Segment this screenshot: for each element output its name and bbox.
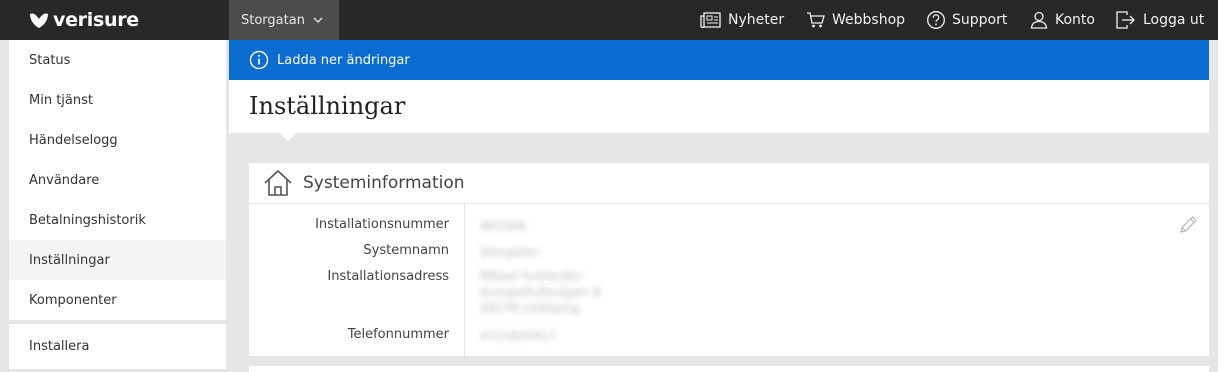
sidebar-item-settings[interactable]: Inställningar <box>9 240 226 280</box>
sidebar-item-components[interactable]: Komponenter <box>9 280 226 320</box>
system-info-body: Installationsnummer 461509 Systemnamn St… <box>249 204 1209 356</box>
next-panel <box>249 366 1209 372</box>
sidebar-item-label: Status <box>29 52 71 68</box>
address-line: 58278 Linköping <box>480 301 580 315</box>
system-info-panel: Systeminformation Installationsnummer 46… <box>249 163 1209 356</box>
site-selector-label: Storgatan <box>241 12 305 28</box>
installation-number-value: 461509 <box>480 219 526 233</box>
column-divider <box>464 204 465 356</box>
banner-text: Ladda ner ändringar <box>277 52 410 68</box>
pencil-edit-icon[interactable] <box>1177 214 1199 236</box>
newspaper-icon <box>700 12 721 29</box>
sidebar-item-payment-history[interactable]: Betalningshistorik <box>9 200 226 240</box>
nav-news-label: Nyheter <box>728 12 785 28</box>
sidebar-item-label: Betalningshistorik <box>29 212 146 228</box>
system-name-label: Systemnamn <box>363 243 449 258</box>
installation-address-value: Mikael Svelander Gumpeltullsvägen 8 5827… <box>480 268 601 316</box>
logout-icon <box>1116 11 1135 29</box>
nav-account-label: Konto <box>1055 12 1095 28</box>
page-header: Inställningar <box>229 80 1209 133</box>
top-bar: verisure Storgatan Nyheter Webbshop Supp… <box>0 0 1218 40</box>
nav-news[interactable]: Nyheter <box>700 0 784 40</box>
installation-address-label: Installationsadress <box>327 269 449 284</box>
sidebar-item-label: Användare <box>29 172 100 188</box>
sidebar-item-label: Installera <box>29 339 90 354</box>
page-title: Inställningar <box>249 92 406 120</box>
sidebar-item-event-log[interactable]: Händelselogg <box>9 120 226 160</box>
logo[interactable]: verisure <box>28 9 139 31</box>
address-line: Mikael Svelander <box>480 269 583 283</box>
sidebar-item-status[interactable]: Status <box>9 40 226 80</box>
cart-icon <box>807 12 825 28</box>
sidebar-item-label: Händelselogg <box>29 132 118 148</box>
nav-logout-label: Logga ut <box>1143 12 1205 28</box>
page-header-pointer <box>279 132 297 141</box>
phone-label: Telefonnummer <box>347 327 449 342</box>
question-circle-icon <box>927 11 945 29</box>
system-name-value: Storgatan <box>480 245 540 259</box>
sidebar-item-my-service[interactable]: Min tjänst <box>9 80 226 120</box>
sidebar-item-install[interactable]: Installera <box>9 324 226 369</box>
address-line: Gumpeltullsvägen 8 <box>480 285 601 299</box>
sidebar-item-users[interactable]: Användare <box>9 160 226 200</box>
installation-number-label: Installationsnummer <box>315 217 449 232</box>
sidebar-item-label: Inställningar <box>29 252 110 268</box>
nav-webshop-label: Webbshop <box>832 12 906 28</box>
system-info-header: Systeminformation <box>249 163 1209 204</box>
nav-support-label: Support <box>952 12 1008 28</box>
sidebar-item-label: Komponenter <box>29 292 117 308</box>
logo-text: verisure <box>53 9 139 31</box>
house-icon <box>264 169 292 196</box>
nav-support[interactable]: Support <box>926 0 1007 40</box>
nav-webshop[interactable]: Webbshop <box>806 0 905 40</box>
sidebar: Status Min tjänst Händelselogg Användare… <box>9 40 226 369</box>
download-changes-banner[interactable]: Ladda ner ändringar <box>229 40 1209 80</box>
sidebar-main-group: Status Min tjänst Händelselogg Användare… <box>9 40 226 320</box>
sidebar-item-label: Min tjänst <box>29 92 93 108</box>
chevron-down-icon <box>313 17 323 23</box>
sidebar-secondary-group: Installera <box>9 324 226 369</box>
info-icon <box>249 50 269 70</box>
user-icon <box>1030 11 1048 29</box>
site-selector[interactable]: Storgatan <box>229 0 339 40</box>
phone-value: 0721829417 <box>480 329 557 343</box>
nav-logout[interactable]: Logga ut <box>1115 0 1204 40</box>
nav-account[interactable]: Konto <box>1029 0 1095 40</box>
system-info-heading: Systeminformation <box>303 173 465 193</box>
verisure-logo-icon <box>30 13 48 28</box>
